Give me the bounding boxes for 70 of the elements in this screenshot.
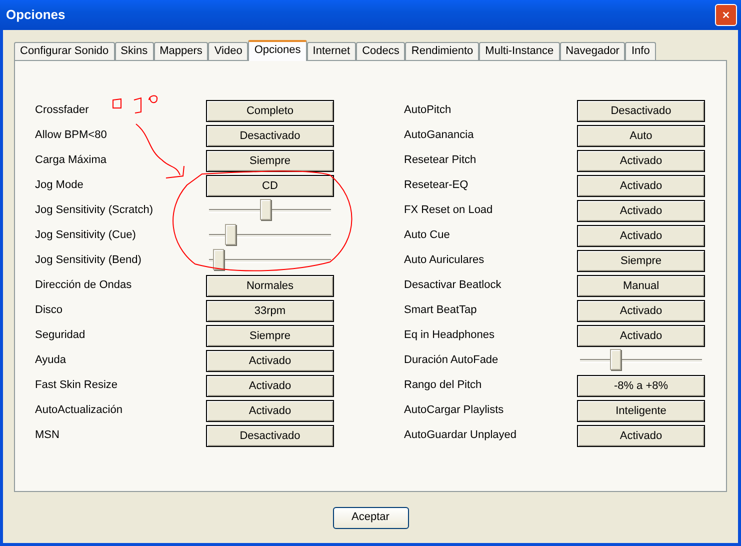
setting-label: Auto Auriculares <box>404 253 486 268</box>
setting-label: Carga Máxima <box>35 153 108 168</box>
tab[interactable]: Configurar Sonido <box>14 42 115 60</box>
setting-label: Jog Sensitivity (Scratch) <box>35 203 154 218</box>
tab[interactable]: Rendimiento <box>405 42 480 60</box>
option-button[interactable]: Activado <box>577 224 705 246</box>
option-button[interactable]: Siempre <box>577 250 705 272</box>
option-button[interactable]: Activado <box>577 150 705 172</box>
tab[interactable]: Opciones <box>248 40 307 61</box>
tab[interactable]: Video <box>208 42 248 60</box>
setting-label: Resetear Pitch <box>404 153 478 168</box>
setting-label: Resetear-EQ <box>404 178 470 194</box>
setting-label: Eq in Headphones <box>404 328 496 344</box>
option-button[interactable]: Desactivado <box>577 100 705 122</box>
accept-button[interactable]: Aceptar <box>332 506 408 528</box>
setting-label: Allow BPM<80 <box>35 128 108 144</box>
setting-label: Auto Cue <box>404 228 451 244</box>
tab[interactable]: Codecs <box>356 42 406 60</box>
option-button[interactable]: Activado <box>206 350 334 372</box>
tab[interactable]: Mappers <box>154 42 208 60</box>
option-button[interactable]: Siempre <box>206 150 334 172</box>
option-button[interactable]: Activado <box>577 424 705 446</box>
setting-label: Seguridad <box>35 328 86 344</box>
slider-thumb[interactable] <box>610 348 621 370</box>
option-button[interactable]: Desactivado <box>206 424 334 446</box>
setting-label: AutoActualización <box>35 403 124 418</box>
option-button[interactable]: Activado <box>206 400 334 422</box>
option-button[interactable]: Activado <box>577 300 705 322</box>
setting-label: MSN <box>35 428 60 444</box>
option-button[interactable]: Normales <box>206 274 334 296</box>
setting-label: Disco <box>35 303 64 318</box>
option-button[interactable]: Auto <box>577 124 705 146</box>
option-button[interactable]: Activado <box>577 174 705 196</box>
setting-label: Duración AutoFade <box>404 353 500 368</box>
setting-label: Dirección de Ondas <box>35 278 133 294</box>
tab[interactable]: Skins <box>114 42 154 60</box>
option-button[interactable]: CD <box>206 174 334 196</box>
setting-label: Crossfader <box>35 103 90 118</box>
option-button[interactable]: 33rpm <box>206 300 334 322</box>
tab[interactable]: Multi-Instance <box>479 42 560 60</box>
tab[interactable]: Internet <box>306 42 356 60</box>
option-button[interactable]: Desactivado <box>206 124 334 146</box>
setting-label: Rango del Pitch <box>404 378 483 394</box>
tab[interactable]: Navegador <box>560 42 626 60</box>
option-button[interactable]: Activado <box>577 324 705 346</box>
setting-label: Smart BeatTap <box>404 303 478 318</box>
setting-label: Jog Sensitivity (Bend) <box>35 253 142 268</box>
setting-label: AutoCargar Playlists <box>404 403 505 418</box>
slider-thumb[interactable] <box>224 224 236 244</box>
setting-label: Fast Skin Resize <box>35 378 119 394</box>
setting-label: Jog Mode <box>35 178 84 194</box>
tab[interactable]: Info <box>625 42 656 60</box>
option-button[interactable]: Completo <box>206 100 334 122</box>
option-button[interactable]: Siempre <box>206 324 334 346</box>
option-button[interactable]: -8% a +8% <box>577 374 705 396</box>
window-title: Opciones <box>6 6 66 24</box>
setting-label: AutoPitch <box>404 103 452 118</box>
setting-label: Jog Sensitivity (Cue) <box>35 228 137 244</box>
slider-thumb[interactable] <box>213 248 224 270</box>
option-button[interactable]: Activado <box>206 374 334 396</box>
option-button[interactable]: Manual <box>577 274 705 296</box>
setting-label: Desactivar Beatlock <box>404 278 502 294</box>
option-button[interactable]: Inteligente <box>577 400 705 422</box>
setting-label: FX Reset on Load <box>404 203 494 218</box>
close-icon[interactable] <box>715 4 737 26</box>
slider-thumb[interactable] <box>260 198 272 220</box>
setting-label: AutoGanancia <box>404 128 475 144</box>
setting-label: AutoGuardar Unplayed <box>404 428 518 444</box>
setting-label: Ayuda <box>35 353 67 368</box>
option-button[interactable]: Activado <box>577 200 705 222</box>
